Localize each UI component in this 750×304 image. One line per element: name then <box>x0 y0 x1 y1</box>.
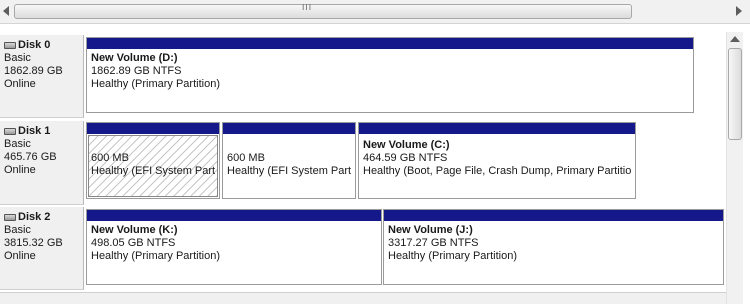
partition-k[interactable]: New Volume (K:) 498.05 GB NTFS Healthy (… <box>86 209 382 285</box>
disk-title: Disk 0 <box>4 39 83 52</box>
volume-size: 600 MB <box>227 152 265 164</box>
vertical-scroll-thumb[interactable] <box>728 48 742 140</box>
disk-status: Online <box>4 78 36 90</box>
disk-title: Disk 2 <box>4 211 83 224</box>
horizontal-scrollbar[interactable]: III <box>0 0 750 24</box>
partition-j[interactable]: New Volume (J:) 3317.27 GB NTFS Healthy … <box>383 209 724 285</box>
disk-size: 3815.32 GB <box>4 237 63 249</box>
scroll-left-arrow-icon[interactable] <box>3 6 9 16</box>
disk-status: Online <box>4 164 36 176</box>
volume-name: New Volume (J:) <box>388 224 473 236</box>
partition-efi-1-selected[interactable]: 600 MB Healthy (EFI System Partition) <box>86 122 220 199</box>
disk-name: Disk 1 <box>18 125 51 137</box>
volume-status: Healthy (EFI System Partition) <box>227 165 351 177</box>
volume-name: New Volume (C:) <box>363 139 450 151</box>
disk-name: Disk 2 <box>18 211 51 223</box>
disk-size: 465.76 GB <box>4 151 57 163</box>
volume-size: 600 MB <box>91 152 129 164</box>
disk-type: Basic <box>4 224 31 236</box>
partition-type-stripe <box>87 210 381 221</box>
partition-type-stripe <box>223 123 355 134</box>
disk-name: Disk 0 <box>18 39 51 51</box>
partition-type-stripe <box>87 123 219 134</box>
volume-status: Healthy (EFI System Partition) <box>91 165 215 177</box>
partition-type-stripe <box>87 38 693 49</box>
volume-name: New Volume (D:) <box>91 52 178 64</box>
volume-status: Healthy (Primary Partition) <box>91 78 220 90</box>
disk-title: Disk 1 <box>4 125 83 138</box>
disk-2-label[interactable]: Disk 2 Basic 3815.32 GB Online <box>0 207 84 290</box>
partition-efi-2[interactable]: 600 MB Healthy (EFI System Partition) <box>222 122 356 199</box>
volume-status: Healthy (Primary Partition) <box>91 250 220 262</box>
hard-disk-icon <box>4 42 16 49</box>
partition-c[interactable]: New Volume (C:) 464.59 GB NTFS Healthy (… <box>358 122 636 199</box>
volume-size: 498.05 GB NTFS <box>91 237 176 249</box>
partition-type-stripe <box>384 210 723 221</box>
volume-status: Healthy (Boot, Page File, Crash Dump, Pr… <box>363 165 631 177</box>
volume-name: New Volume (K:) <box>91 224 178 236</box>
horizontal-scroll-thumb[interactable] <box>14 4 632 19</box>
scroll-right-arrow-icon[interactable] <box>736 6 742 16</box>
disk-0-label[interactable]: Disk 0 Basic 1862.89 GB Online <box>0 35 84 118</box>
volume-size: 464.59 GB NTFS <box>363 152 448 164</box>
disk-status: Online <box>4 250 36 262</box>
volume-size: 1862.89 GB NTFS <box>91 65 182 77</box>
hard-disk-icon <box>4 214 16 221</box>
partition-d[interactable]: New Volume (D:) 1862.89 GB NTFS Healthy … <box>86 37 694 113</box>
next-row-edge <box>0 292 726 304</box>
disk-type: Basic <box>4 52 31 64</box>
vertical-scrollbar[interactable] <box>726 32 743 304</box>
volume-status: Healthy (Primary Partition) <box>388 250 517 262</box>
partition-type-stripe <box>359 123 635 134</box>
scroll-up-arrow-icon[interactable] <box>730 36 740 42</box>
volume-size: 3317.27 GB NTFS <box>388 237 479 249</box>
disk-1-label[interactable]: Disk 1 Basic 465.76 GB Online <box>0 121 84 205</box>
grip-icon: III <box>302 3 313 12</box>
disk-size: 1862.89 GB <box>4 65 63 77</box>
hard-disk-icon <box>4 128 16 135</box>
disk-type: Basic <box>4 138 31 150</box>
